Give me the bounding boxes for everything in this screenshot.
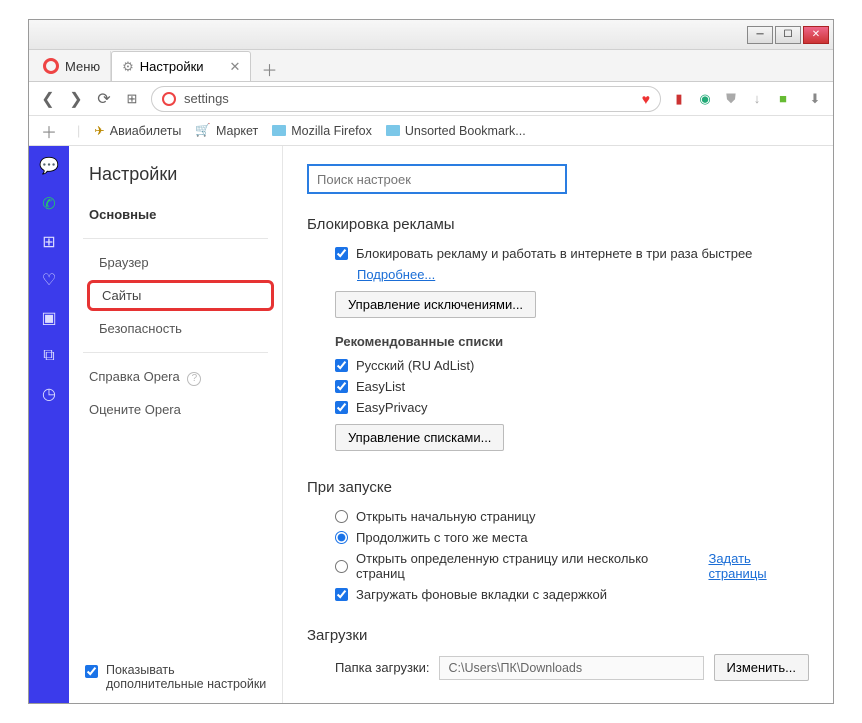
settings-search-input[interactable] [307,164,567,194]
toolbar: ❮ ❯ ⟳ ⊞ ♥ ▮ ◉ ⛊ ↓ ■ ⬇ [29,82,833,116]
bookmark-item[interactable]: ✈ Авиабилеты [94,123,181,138]
settings-heading: Настройки [69,164,282,199]
download-folder-label: Папка загрузки: [335,660,429,675]
cart-icon: 🛒 [195,123,211,138]
startup-continue-radio[interactable]: Продолжить с того же места [307,527,809,548]
nav-rate[interactable]: Оцените Opera [69,394,282,425]
folder-icon [386,125,400,136]
folder-icon [272,125,286,136]
nav-basic[interactable]: Основные [69,199,282,230]
new-tab-button[interactable]: ＋ [257,57,281,81]
download-folder-input[interactable] [439,656,703,680]
tab-strip: Меню ⚙ Настройки ✕ ＋ [29,50,833,82]
extension-icon-3[interactable]: ⛊ [723,91,739,107]
opera-menu-button[interactable]: Меню [33,51,111,81]
nav-browser[interactable]: Браузер [79,247,282,278]
history-icon[interactable]: ◷ [39,384,59,404]
change-folder-button[interactable]: Изменить... [714,654,809,681]
menu-label: Меню [65,59,100,74]
advanced-settings-checkbox[interactable]: Показывать дополнительные настройки [85,663,272,691]
list-easylist-checkbox[interactable]: EasyList [307,376,809,397]
maximize-button[interactable]: ☐ [775,26,801,44]
messenger-icon[interactable]: 💬 [39,156,59,176]
extension-icon-1[interactable]: ▮ [671,91,687,107]
bookmark-folder[interactable]: Mozilla Firefox [272,124,372,138]
forward-button[interactable]: ❯ [67,90,85,108]
opera-logo-icon [162,92,176,106]
list-ru-checkbox[interactable]: Русский (RU AdList) [307,355,809,376]
tab-title: Настройки [140,59,204,74]
section-downloads: Загрузки [307,627,809,644]
adblock-enable-checkbox[interactable]: Блокировать рекламу и работать в интерне… [307,243,809,264]
reco-lists-heading: Рекомендованные списки [307,334,809,349]
minimize-button[interactable]: ─ [747,26,773,44]
speed-dial-icon[interactable]: ⊞ [39,232,59,252]
extension-icon-4[interactable]: ↓ [749,91,765,107]
extension-icon-2[interactable]: ◉ [697,91,713,107]
startup-specific-radio[interactable]: Открыть определенную страницу или нескол… [307,548,809,584]
gear-icon: ⚙ [122,59,134,75]
list-easyprivacy-checkbox[interactable]: EasyPrivacy [307,397,809,418]
address-bar[interactable]: ♥ [151,86,661,112]
news-icon[interactable]: ▣ [39,308,59,328]
nav-security[interactable]: Безопасность [79,313,282,344]
bookmark-folder[interactable]: Unsorted Bookmark... [386,124,526,138]
startup-lazy-checkbox[interactable]: Загружать фоновые вкладки с задержкой [307,584,809,605]
add-bookmark-button[interactable]: ＋ [41,119,57,143]
tabs-icon[interactable]: ⧉ [39,346,59,366]
settings-content: Блокировка рекламы Блокировать рекламу и… [283,146,833,703]
manage-exceptions-button[interactable]: Управление исключениями... [335,291,536,318]
help-icon: ? [187,372,201,386]
bookmarks-bar: ＋ | ✈ Авиабилеты 🛒 Маркет Mozilla Firefo… [29,116,833,146]
section-startup: При запуске [307,479,809,496]
set-pages-link[interactable]: Задать страницы [708,551,809,581]
adblock-more-link[interactable]: Подробнее... [357,267,435,282]
back-button[interactable]: ❮ [39,90,57,108]
opera-logo-icon [43,58,59,74]
tab-settings[interactable]: ⚙ Настройки ✕ [111,51,251,81]
plane-icon: ✈ [94,123,104,138]
nav-sites[interactable]: Сайты [87,280,274,311]
speed-dial-button[interactable]: ⊞ [123,90,141,108]
address-input[interactable] [184,91,634,106]
nav-help[interactable]: Справка Opera ? [69,361,282,394]
settings-sidebar: Настройки Основные Браузер Сайты Безопас… [69,146,283,703]
close-button[interactable]: ✕ [803,26,829,44]
bookmark-heart-icon[interactable]: ♥ [642,91,650,107]
bookmarks-icon[interactable]: ♡ [39,270,59,290]
extension-icon-5[interactable]: ■ [775,91,791,107]
left-sidebar: 💬 ✆ ⊞ ♡ ▣ ⧉ ◷ [29,146,69,703]
reload-button[interactable]: ⟳ [95,90,113,108]
bookmark-item[interactable]: 🛒 Маркет [195,123,258,138]
downloads-icon[interactable]: ⬇ [807,91,823,107]
startup-homepage-radio[interactable]: Открыть начальную страницу [307,506,809,527]
section-adblock: Блокировка рекламы [307,216,809,233]
whatsapp-icon[interactable]: ✆ [39,194,59,214]
manage-lists-button[interactable]: Управление списками... [335,424,504,451]
window-titlebar: ─ ☐ ✕ [29,20,833,50]
tab-close-icon[interactable]: ✕ [230,59,241,75]
